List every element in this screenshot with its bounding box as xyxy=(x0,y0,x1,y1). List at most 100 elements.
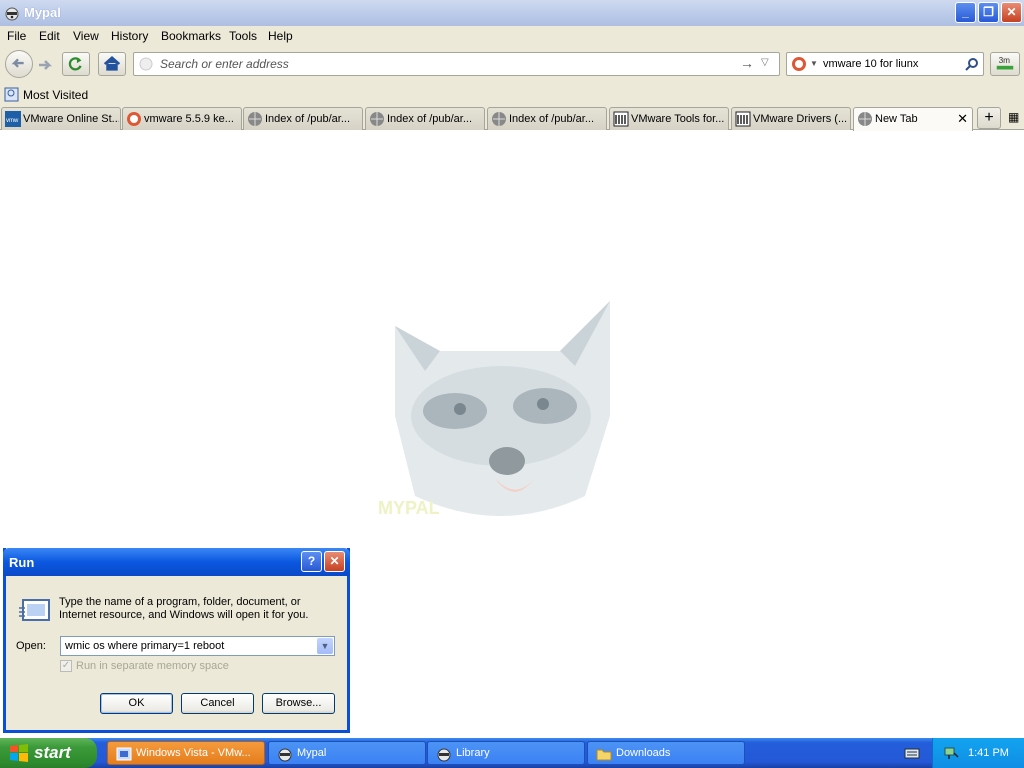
tab-index-pub-3[interactable]: Index of /pub/ar... xyxy=(487,107,607,130)
taskbar-item-label: Mypal xyxy=(297,747,327,759)
command-input[interactable]: wmic os where primary=1 reboot xyxy=(65,640,224,652)
search-bar[interactable]: ▼ vmware 10 for liunx xyxy=(786,52,984,76)
back-button[interactable] xyxy=(5,50,33,78)
minimize-button[interactable]: _ xyxy=(955,2,976,23)
svg-text:3m: 3m xyxy=(999,56,1011,65)
svg-text:vmw: vmw xyxy=(6,118,19,124)
tab-vmware-search[interactable]: vmware 5.5.9 ke... xyxy=(122,107,242,130)
network-icon[interactable] xyxy=(943,745,959,761)
list-all-tabs-icon[interactable]: ▦ xyxy=(1008,110,1019,124)
menu-tools[interactable]: Tools xyxy=(229,29,257,43)
most-visited-link[interactable]: Most Visited xyxy=(23,88,88,102)
command-combobox[interactable]: wmic os where primary=1 reboot ▼ xyxy=(60,636,335,656)
folder-icon xyxy=(596,749,612,761)
tab-vmware-drivers[interactable]: VMware Drivers (... xyxy=(731,107,851,130)
taskbar-item-library[interactable]: Library xyxy=(427,741,585,765)
duckduckgo-icon xyxy=(127,112,141,126)
menu-help[interactable]: Help xyxy=(268,29,293,43)
addon-button[interactable]: 3m xyxy=(990,52,1020,76)
vmware-window-icon xyxy=(116,747,132,761)
run-program-icon xyxy=(19,599,50,621)
engine-dropdown-icon[interactable]: ▼ xyxy=(810,59,818,68)
separate-memory-label: Run in separate memory space xyxy=(76,660,229,672)
new-tab-button[interactable]: + xyxy=(977,107,1001,129)
search-input[interactable]: vmware 10 for liunx xyxy=(823,58,918,70)
tab-label: vmware 5.5.9 ke... xyxy=(144,113,234,125)
ok-button[interactable]: OK xyxy=(100,693,173,714)
taskbar-item-label: Downloads xyxy=(616,747,671,759)
start-label: start xyxy=(34,743,71,762)
mypal-raccoon-icon xyxy=(5,7,19,21)
vmware-icon: vmw xyxy=(5,111,21,127)
mypal-raccoon-logo xyxy=(395,301,610,516)
addon-3m-icon: 3m xyxy=(996,56,1014,70)
close-dialog-button[interactable]: ✕ xyxy=(324,551,345,572)
menu-bookmarks[interactable]: Bookmarks xyxy=(161,29,221,43)
menu-file[interactable]: File xyxy=(7,29,26,43)
run-dialog-description: Type the name of a program, folder, docu… xyxy=(59,596,309,621)
clock[interactable]: 1:41 PM xyxy=(968,747,1009,759)
tab-index-pub-1[interactable]: Index of /pub/ar... xyxy=(243,107,363,130)
tab-label: Index of /pub/ar... xyxy=(509,113,595,125)
page-icon xyxy=(139,57,153,71)
history-dropdown-icon[interactable]: ▽ xyxy=(761,57,769,68)
windows-logo-icon xyxy=(10,744,28,762)
taskbar-item-label: Windows Vista - VMw... xyxy=(136,747,251,759)
tab-vmware-tools[interactable]: VMware Tools for... xyxy=(609,107,729,130)
tab-label: VMware Tools for... xyxy=(631,113,725,125)
address-input[interactable] xyxy=(158,56,718,72)
help-button[interactable]: ? xyxy=(301,551,322,572)
home-icon xyxy=(103,56,121,71)
open-label: Open: xyxy=(16,640,46,652)
menu-bar: File Edit View History Bookmarks Tools H… xyxy=(0,26,1024,46)
mypal-raccoon-icon xyxy=(437,748,451,762)
back-arrow-icon xyxy=(11,58,24,68)
run-dialog-titlebar: Run ? ✕ xyxy=(3,548,350,576)
system-tray: 1:41 PM xyxy=(932,738,1024,768)
close-button[interactable]: ✕ xyxy=(1001,2,1022,23)
keyboard-icon[interactable] xyxy=(904,746,920,760)
cancel-button[interactable]: Cancel xyxy=(181,693,254,714)
combobox-dropdown-icon[interactable]: ▼ xyxy=(317,638,333,654)
bookmarks-toolbar: Most Visited xyxy=(0,84,1024,106)
tab-strip: vmw VMware Online St... vmware 5.5.9 ke.… xyxy=(0,106,1024,131)
taskbar: start Windows Vista - VMw... Mypal Libra… xyxy=(0,738,1024,768)
search-icon[interactable] xyxy=(965,57,979,71)
archive-icon xyxy=(613,111,629,127)
globe-icon xyxy=(858,112,872,126)
close-tab-icon[interactable]: ✕ xyxy=(957,111,968,127)
duckduckgo-icon[interactable] xyxy=(791,56,807,72)
separate-memory-checkbox: ✓ xyxy=(60,660,72,672)
run-dialog-title: Run xyxy=(9,555,35,570)
tab-new-tab[interactable]: New Tab ✕ xyxy=(853,107,973,131)
archive-icon xyxy=(735,111,751,127)
taskbar-item-label: Library xyxy=(456,747,490,759)
home-button[interactable] xyxy=(98,52,126,76)
go-arrow-icon[interactable]: → xyxy=(740,55,754,71)
globe-icon xyxy=(248,112,262,126)
reload-button[interactable] xyxy=(62,52,90,76)
start-button[interactable]: start xyxy=(0,738,97,768)
tab-index-pub-2[interactable]: Index of /pub/ar... xyxy=(365,107,485,130)
tab-label: VMware Drivers (... xyxy=(753,113,848,125)
taskbar-item-downloads[interactable]: Downloads xyxy=(587,741,745,765)
tab-vmware-online-store[interactable]: vmw VMware Online St... xyxy=(1,107,121,130)
globe-icon xyxy=(370,112,384,126)
taskbar-item-windows-vista[interactable]: Windows Vista - VMw... xyxy=(107,741,265,765)
menu-view[interactable]: View xyxy=(73,29,99,43)
run-dialog-body: Type the name of a program, folder, docu… xyxy=(6,576,347,733)
mypal-raccoon-icon xyxy=(278,748,292,762)
globe-icon xyxy=(492,112,506,126)
taskbar-item-mypal[interactable]: Mypal xyxy=(268,741,426,765)
restore-button[interactable]: ❐ xyxy=(978,2,999,23)
forward-arrow-icon[interactable] xyxy=(36,56,54,74)
menu-edit[interactable]: Edit xyxy=(39,29,60,43)
most-visited-icon xyxy=(4,87,19,102)
window-titlebar: Mypal _ ❐ ✕ xyxy=(0,0,1024,26)
menu-history[interactable]: History xyxy=(111,29,148,43)
tab-label: Index of /pub/ar... xyxy=(387,113,473,125)
address-bar[interactable]: → ▽ xyxy=(133,52,780,76)
navigation-toolbar: → ▽ ▼ vmware 10 for liunx 3m xyxy=(0,46,1024,84)
tab-label: Index of /pub/ar... xyxy=(265,113,351,125)
browse-button[interactable]: Browse... xyxy=(262,693,335,714)
